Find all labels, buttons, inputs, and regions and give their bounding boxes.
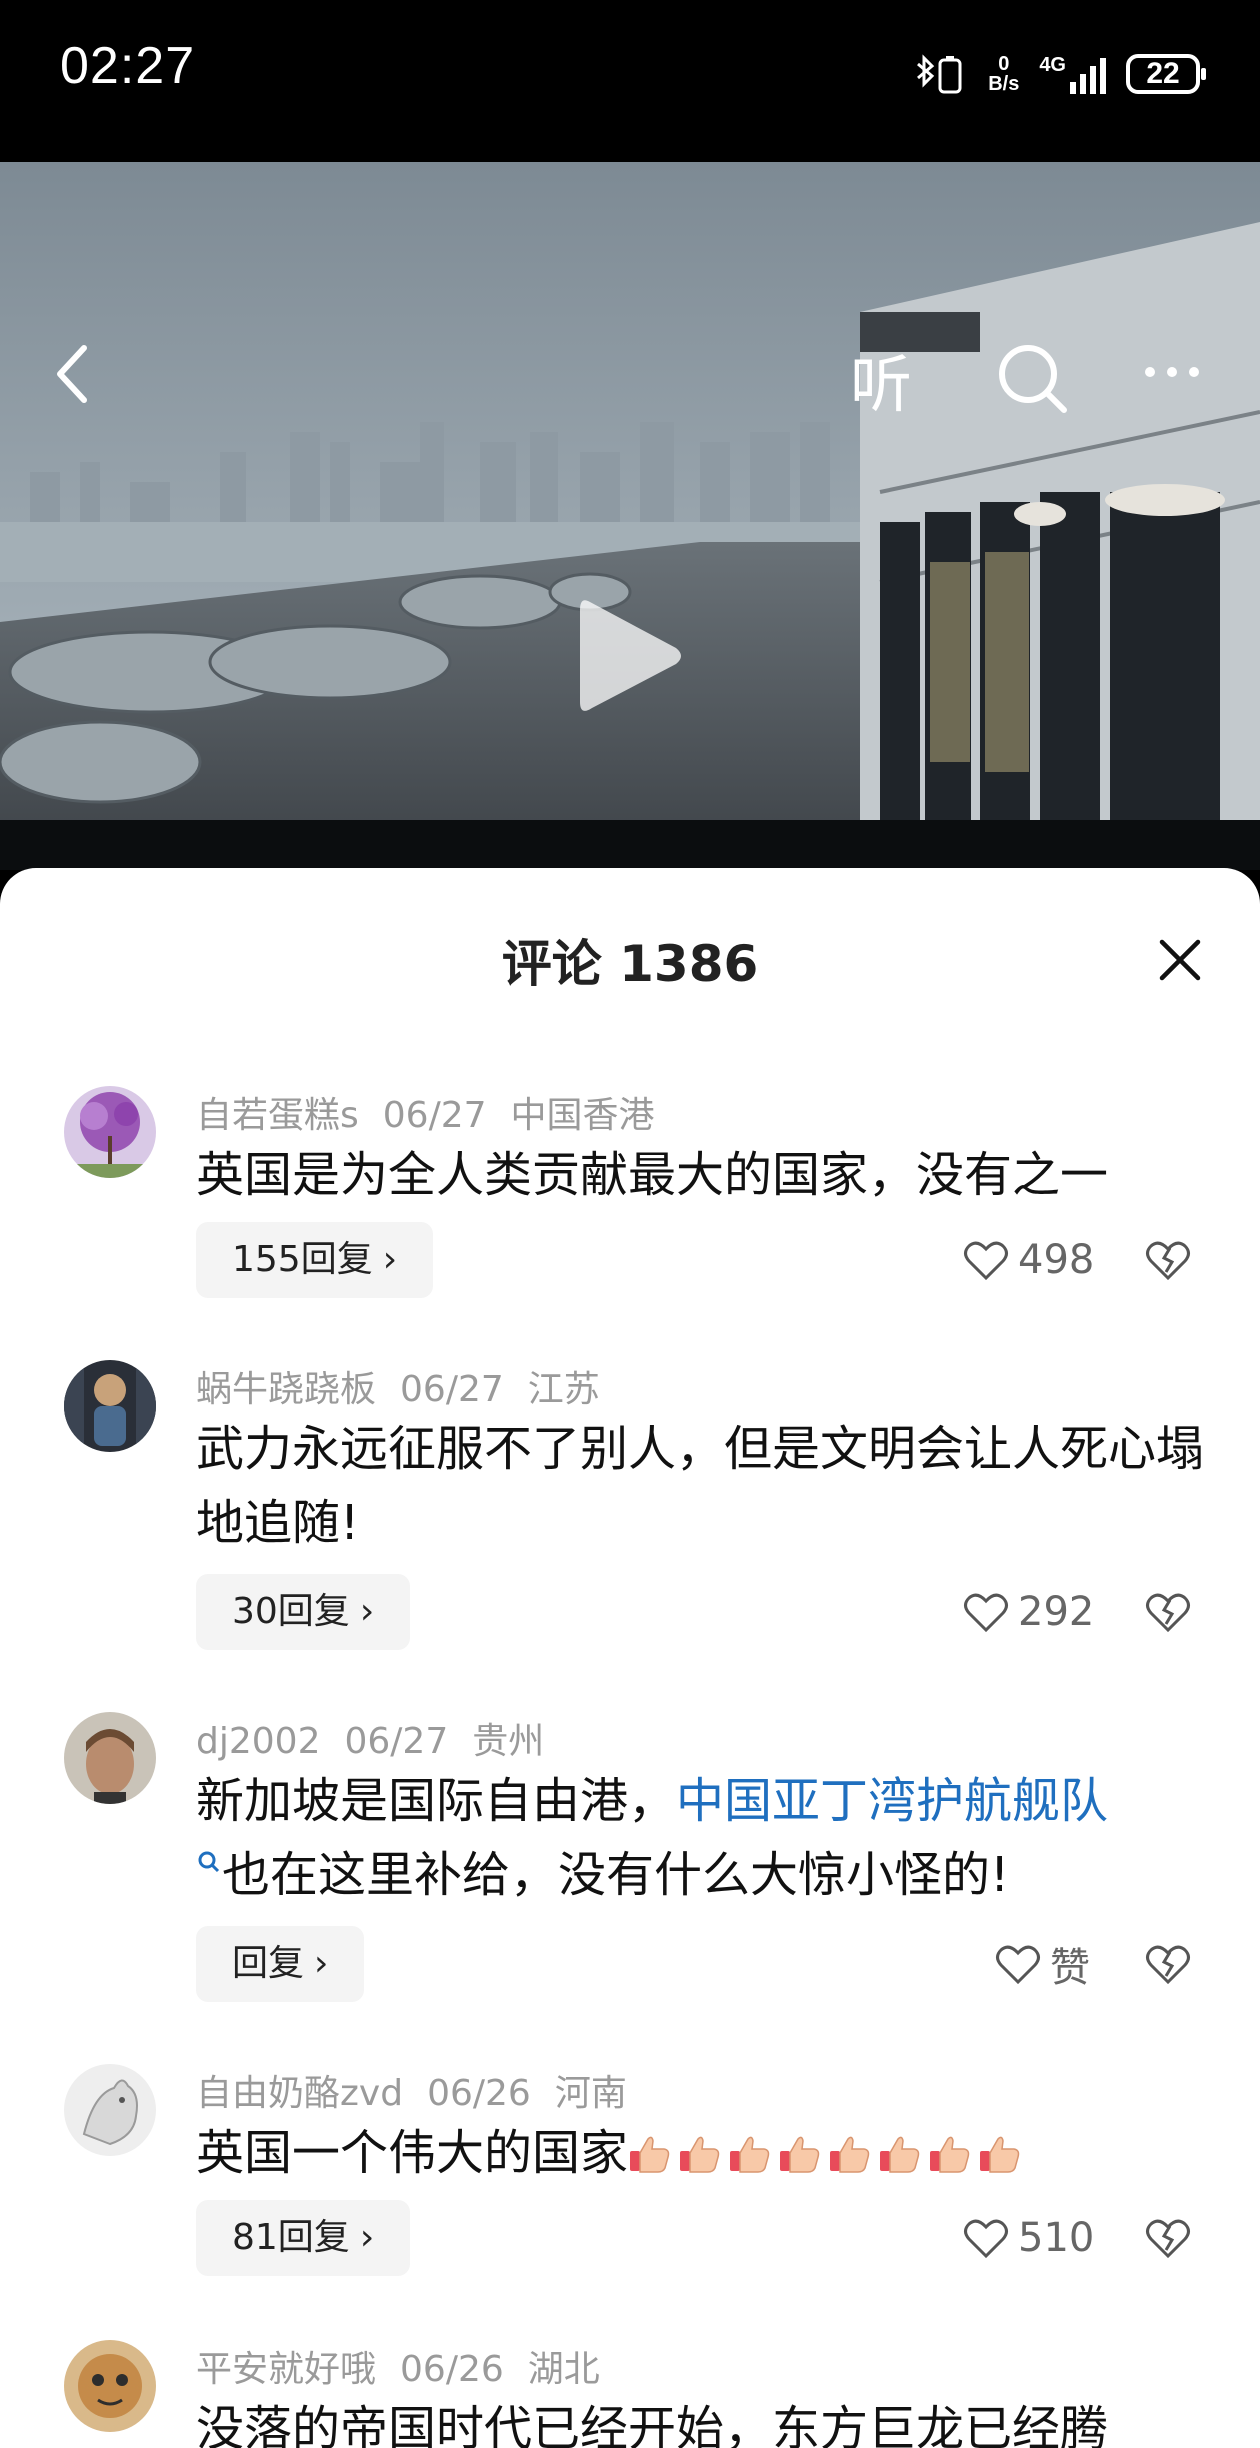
comment-item: 蜗牛跷跷板 06/27 江苏 武力永远征服不了别人，但是文明会让人死心塌地追随! 3…	[0, 1360, 1260, 1690]
chevron-right-icon: ›	[359, 1591, 375, 1632]
comments-title: 评论 1386	[501, 935, 759, 993]
comment-text: 英国是为全人类贡献最大的国家，没有之一	[196, 1147, 1109, 1203]
status-bar: 02:27 0 B/s 4G 22	[0, 0, 1260, 162]
listen-icon[interactable]: 听	[850, 334, 912, 424]
avatar[interactable]	[64, 1086, 156, 1178]
comment-item: dj2002 06/27 贵州 新加坡是国际自由港，中国亚丁湾护航舰队 也在这里补给，…	[0, 1712, 1260, 2042]
close-icon[interactable]	[1158, 938, 1202, 982]
like-count: 498	[1018, 1237, 1095, 1283]
broken-heart-icon[interactable]	[1144, 1940, 1192, 1988]
heart-icon	[996, 1945, 1040, 1985]
heart-icon	[964, 1241, 1008, 1281]
thumbs-up-icon	[780, 2136, 820, 2173]
search-link[interactable]: 中国亚丁湾护航舰队	[676, 1773, 1108, 1829]
thumbs-up-icon	[980, 2136, 1020, 2173]
bluetooth-icon	[917, 54, 962, 94]
comment-meta: 蜗牛跷跷板 06/27 江苏	[196, 1360, 624, 1412]
broken-heart-icon[interactable]	[1144, 1588, 1192, 1636]
thumbs-up-icon	[630, 2136, 670, 2173]
reply-button[interactable]: 81回复 ›	[196, 2200, 411, 2276]
thumbs-up-icon	[880, 2136, 920, 2173]
comment-item: 平安就好哦 06/26 湖北 没落的帝国时代已经开始，东方巨龙已经腾	[0, 2340, 1260, 2448]
more-icon[interactable]	[1142, 362, 1202, 382]
comment-text: 新加坡是国际自由港，中国亚丁湾护航舰队 也在这里补给，没有什么大惊小怪的!	[196, 1773, 1109, 1903]
like-count: 292	[1018, 1589, 1095, 1635]
status-time: 02:27	[60, 37, 196, 95]
thumbs-up-emoji-row	[628, 2125, 1028, 2181]
video-player[interactable]: 听	[0, 162, 1260, 870]
comment-item: 自由奶酪zvd 06/26 河南 英国一个伟大的国家 81回复 › 510	[0, 2064, 1260, 2324]
signal-icon: 4G	[1039, 54, 1106, 94]
reply-button[interactable]: 155回复 ›	[196, 1222, 434, 1298]
comment-date: 06/26	[400, 2349, 504, 2390]
chevron-right-icon: ›	[382, 1239, 398, 1280]
comment-user[interactable]: dj2002	[196, 1721, 320, 1762]
search-small-icon[interactable]	[196, 1849, 222, 1879]
avatar[interactable]	[64, 2064, 156, 2156]
thumbs-up-icon	[730, 2136, 770, 2173]
comment-text: 英国一个伟大的国家	[196, 2116, 1206, 2190]
like-count: 赞	[1050, 1945, 1090, 1991]
comment-user[interactable]: 自由奶酪zvd	[196, 2073, 403, 2114]
comment-meta: 自由奶酪zvd 06/26 河南	[196, 2064, 651, 2116]
comment-text: 武力永远征服不了别人，但是文明会让人死心塌地追随!	[196, 1421, 1205, 1551]
comment-user[interactable]: 自若蛋糕s	[196, 1095, 359, 1136]
comment-date: 06/27	[382, 1095, 487, 1136]
broken-heart-icon[interactable]	[1144, 1236, 1192, 1284]
play-icon[interactable]	[576, 594, 686, 718]
like-button[interactable]: 510	[962, 2200, 1094, 2276]
comment-meta: 自若蛋糕s 06/27 中国香港	[196, 1086, 679, 1138]
comment-meta: dj2002 06/27 贵州	[196, 1712, 568, 1764]
comment-date: 06/27	[344, 1721, 449, 1762]
comment-item: 自若蛋糕s 06/27 中国香港 英国是为全人类贡献最大的国家，没有之一 155回复…	[0, 1086, 1260, 1346]
comment-location: 贵州	[472, 1721, 545, 1762]
comment-meta: 平安就好哦 06/26 湖北	[196, 2340, 624, 2392]
back-icon[interactable]	[44, 334, 104, 414]
net-speed: 0 B/s	[988, 53, 1020, 95]
search-icon[interactable]	[994, 340, 1070, 416]
like-count: 510	[1018, 2215, 1095, 2261]
avatar[interactable]	[64, 1712, 156, 1804]
thumbs-up-icon	[830, 2136, 870, 2173]
comment-text: 没落的帝国时代已经开始，东方巨龙已经腾	[196, 2401, 1109, 2448]
broken-heart-icon[interactable]	[1144, 2214, 1192, 2262]
like-button[interactable]: 赞	[994, 1926, 1090, 2002]
comment-location: 江苏	[527, 1369, 600, 1410]
comment-location: 湖北	[527, 2349, 600, 2390]
video-frame	[0, 162, 1260, 870]
like-button[interactable]: 498	[962, 1222, 1094, 1298]
like-button[interactable]: 292	[962, 1574, 1094, 1650]
comment-user[interactable]: 蜗牛跷跷板	[196, 1369, 376, 1410]
heart-icon	[964, 2219, 1008, 2259]
chevron-right-icon: ›	[314, 1943, 329, 1984]
heart-icon	[964, 1593, 1008, 1633]
reply-button[interactable]: 回复 ›	[196, 1926, 365, 2002]
comments-sheet: 评论 1386 自若蛋糕s 06/27 中国香港 英国是为全人类贡献最大的国家，没有…	[0, 868, 1260, 2448]
comment-date: 06/26	[427, 2073, 531, 2114]
avatar[interactable]	[64, 1360, 156, 1452]
chevron-right-icon: ›	[359, 2217, 375, 2258]
comment-date: 06/27	[400, 1369, 504, 1410]
avatar[interactable]	[64, 2340, 156, 2432]
thumbs-up-icon	[930, 2136, 970, 2173]
status-icons: 0 B/s 4G 22	[912, 48, 1206, 100]
comment-location: 河南	[554, 2073, 627, 2114]
reply-button[interactable]: 30回复 ›	[196, 1574, 411, 1650]
comment-location: 中国香港	[510, 1095, 655, 1136]
thumbs-up-icon	[680, 2136, 720, 2173]
battery-indicator: 22	[1126, 54, 1206, 94]
comment-user[interactable]: 平安就好哦	[196, 2349, 376, 2390]
